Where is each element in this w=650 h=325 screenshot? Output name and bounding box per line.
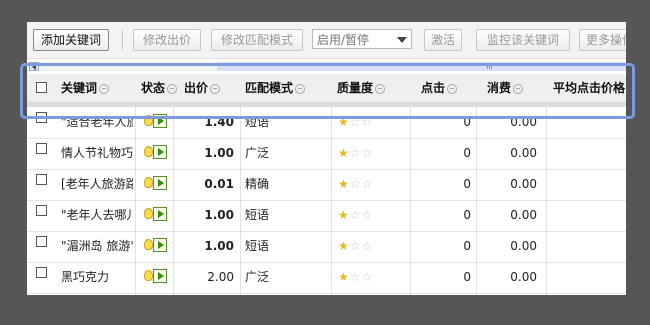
play-icon[interactable] — [153, 238, 167, 252]
quality-rating: ★☆☆ — [338, 262, 373, 293]
row-checkbox[interactable] — [36, 174, 47, 185]
clicks-cell: 0 — [463, 239, 471, 253]
star-icon: ☆ — [349, 239, 362, 253]
lightbulb-icon[interactable] — [144, 239, 153, 250]
lightbulb-icon[interactable] — [144, 177, 153, 188]
play-icon[interactable] — [153, 207, 167, 221]
star-icon: ★ — [338, 146, 350, 160]
star-icon: ☆ — [361, 177, 374, 191]
bid-cell[interactable]: 1.00 — [177, 200, 234, 231]
column-divider — [546, 107, 547, 295]
star-icon: ☆ — [349, 270, 362, 284]
star-icon: ☆ — [349, 177, 362, 191]
keyword-cell[interactable]: 情人节礼物巧克 — [61, 138, 133, 169]
row-checkbox[interactable] — [36, 267, 47, 278]
table-row[interactable]: "湄洲岛 旅游" 1.00 短语 ★☆☆ 0 0.00 — [27, 231, 626, 263]
star-icon: ★ — [338, 270, 350, 284]
keyword-cell[interactable]: "老年人去哪儿旅 — [61, 200, 133, 231]
match-type-cell: 短语 — [245, 208, 270, 222]
header-highlight-box — [20, 63, 635, 119]
lightbulb-icon[interactable] — [144, 208, 153, 219]
play-icon[interactable] — [153, 269, 167, 283]
column-divider — [476, 107, 477, 295]
keyword-cell[interactable]: [老年人旅游路线 — [61, 169, 133, 200]
star-icon: ☆ — [349, 146, 362, 160]
star-icon: ☆ — [361, 239, 374, 253]
table-row[interactable]: "老年人去哪儿旅1.00短语★☆☆00.00 — [27, 200, 626, 232]
clicks-cell: 0 — [463, 177, 471, 191]
bid-cell[interactable]: 0.01 — [177, 169, 234, 200]
status-select-value: 启用/暂停 — [317, 33, 370, 47]
column-divider — [240, 107, 241, 295]
row-checkbox[interactable] — [36, 143, 47, 154]
row-checkbox[interactable] — [36, 205, 47, 216]
keyword-cell[interactable]: "湄洲岛 旅游" — [61, 231, 133, 262]
keyword-cell[interactable]: 黑巧克力 — [61, 262, 133, 293]
star-icon: ★ — [338, 208, 350, 222]
quality-rating: ★☆☆ — [338, 231, 373, 262]
star-icon: ★ — [338, 177, 350, 191]
quality-rating: ★☆☆ — [338, 138, 373, 169]
clicks-cell: 0 — [463, 146, 471, 160]
table-row[interactable]: [老年人旅游路线0.01精确★☆☆00.00 — [27, 169, 626, 201]
clicks-cell: 0 — [463, 270, 471, 284]
activate-button[interactable]: 激活 — [424, 29, 462, 51]
monitor-keyword-button[interactable]: 监控该关键词 — [476, 29, 570, 51]
table-row[interactable]: 情人节礼物巧克1.00广泛★☆☆00.00 — [27, 138, 626, 170]
lightbulb-icon[interactable] — [144, 270, 153, 281]
change-match-button[interactable]: 修改匹配模式 — [211, 29, 303, 51]
match-type-cell: 广泛 — [245, 270, 270, 284]
match-type-cell: 精确 — [245, 177, 270, 191]
column-divider — [410, 107, 411, 295]
column-divider — [173, 107, 174, 295]
chevron-down-icon — [397, 37, 407, 43]
star-icon: ★ — [338, 239, 350, 253]
toolbar-separator — [122, 30, 123, 50]
star-icon: ☆ — [361, 146, 374, 160]
bid-cell[interactable]: 1.00 — [177, 231, 234, 262]
add-keyword-button[interactable]: 添加关键词 — [33, 29, 109, 51]
toolbar: 添加关键词 修改出价 修改匹配模式 启用/暂停 激活 监控该关键词 更多操作 — [27, 22, 626, 59]
lightbulb-icon[interactable] — [144, 146, 153, 157]
star-icon: ☆ — [361, 208, 374, 222]
column-divider — [331, 107, 332, 295]
change-bid-button[interactable]: 修改出价 — [133, 29, 201, 51]
bid-cell[interactable]: 1.00 — [177, 138, 234, 169]
play-icon[interactable] — [153, 145, 167, 159]
row-checkbox[interactable] — [36, 236, 47, 247]
play-icon[interactable] — [153, 176, 167, 190]
cost-cell: 0.00 — [510, 270, 537, 284]
cost-cell: 0.00 — [510, 177, 537, 191]
cost-cell: 0.00 — [510, 239, 537, 253]
star-icon: ☆ — [349, 208, 362, 222]
bid-cell[interactable]: 2.00 — [177, 262, 234, 293]
status-select[interactable]: 启用/暂停 — [312, 29, 412, 49]
more-actions-button[interactable]: 更多操作 — [579, 29, 626, 51]
match-type-cell: 短语 — [245, 239, 270, 253]
quality-rating: ★☆☆ — [338, 200, 373, 231]
quality-rating: ★☆☆ — [338, 169, 373, 200]
table-row[interactable]: 黑巧克力 2.00 广泛 ★☆☆ 0 0.00 — [27, 262, 626, 294]
match-type-cell: 广泛 — [245, 146, 270, 160]
column-divider — [135, 107, 136, 295]
star-icon: ☆ — [361, 270, 374, 284]
clicks-cell: 0 — [463, 208, 471, 222]
cost-cell: 0.00 — [510, 146, 537, 160]
cost-cell: 0.00 — [510, 208, 537, 222]
